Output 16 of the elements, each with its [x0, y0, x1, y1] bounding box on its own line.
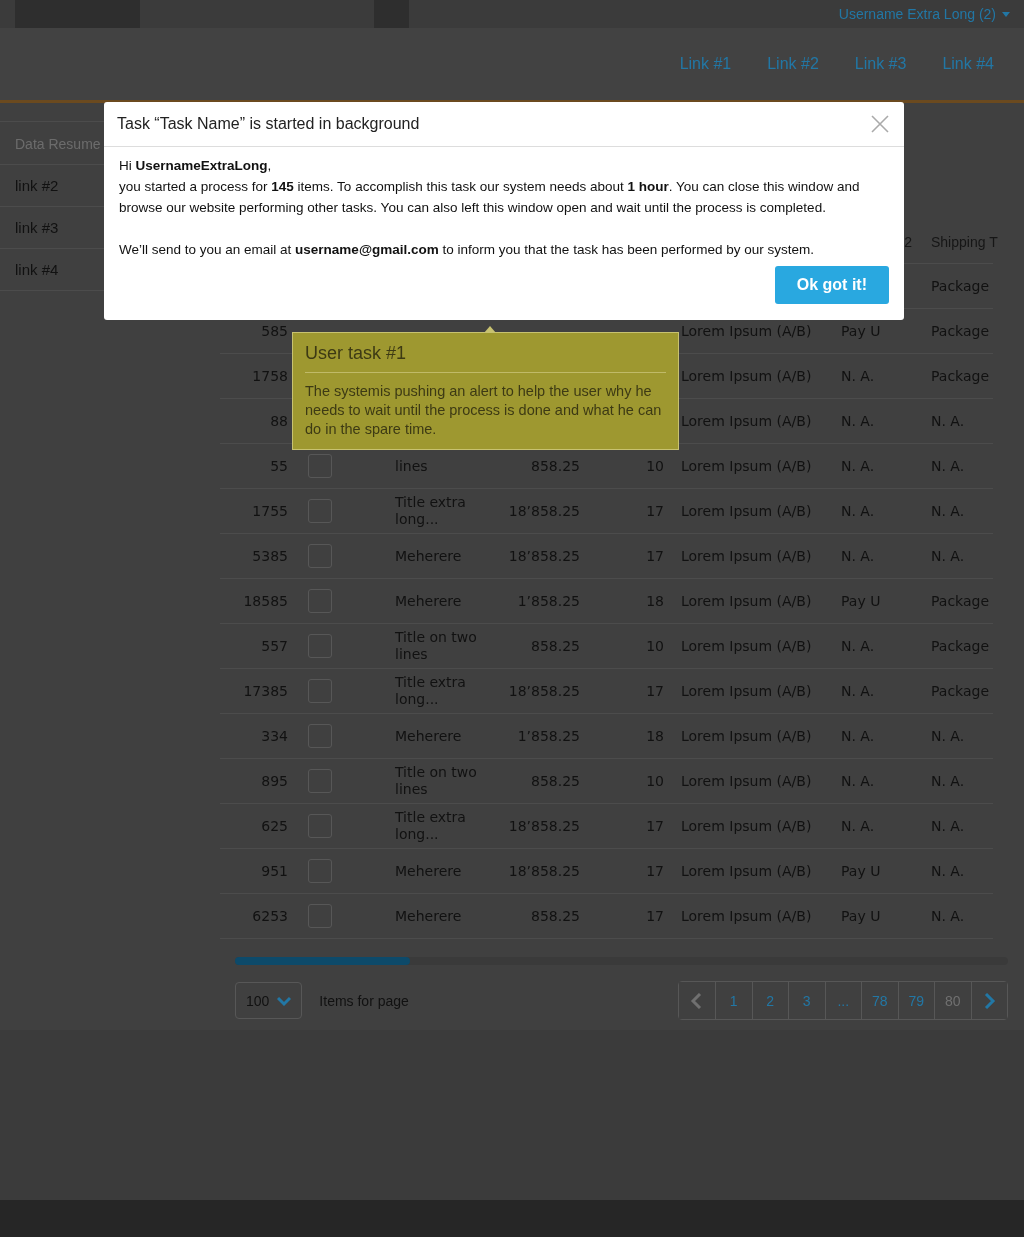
caret-icon: [1002, 11, 1010, 17]
nav-link[interactable]: Link #4: [942, 55, 994, 73]
nav-link[interactable]: Link #1: [679, 55, 732, 73]
dialog-message: you started a process for 145 items. To accomplish this task our system needs about 1 hour. You can close this window and browse our website performing other tasks. You can also left this window open and wait until the process is completed.: [119, 178, 861, 217]
ok-button[interactable]: Ok got it!: [774, 266, 889, 304]
next-page-button[interactable]: [970, 982, 1007, 1019]
dialog-message: We’ll send to you an email at username@gmail.com to inform you that the task has been performed by our system.: [119, 241, 815, 259]
nav-link[interactable]: Link #3: [854, 55, 907, 73]
chevron-left-icon: [689, 992, 704, 1009]
tooltip-text: The systemis pushing an alert to help the user why he needs to wait until the process is done and what he can do in the spare time.: [305, 382, 663, 439]
close-icon[interactable]: [871, 115, 889, 133]
chevron-right-icon: [982, 992, 997, 1009]
scrollbar-thumb[interactable]: [235, 957, 410, 965]
tooltip-title: User task #1: [305, 342, 666, 373]
nav-link[interactable]: Link #2: [767, 55, 819, 73]
user-menu[interactable]: Username Extra Long (2): [838, 0, 1024, 28]
